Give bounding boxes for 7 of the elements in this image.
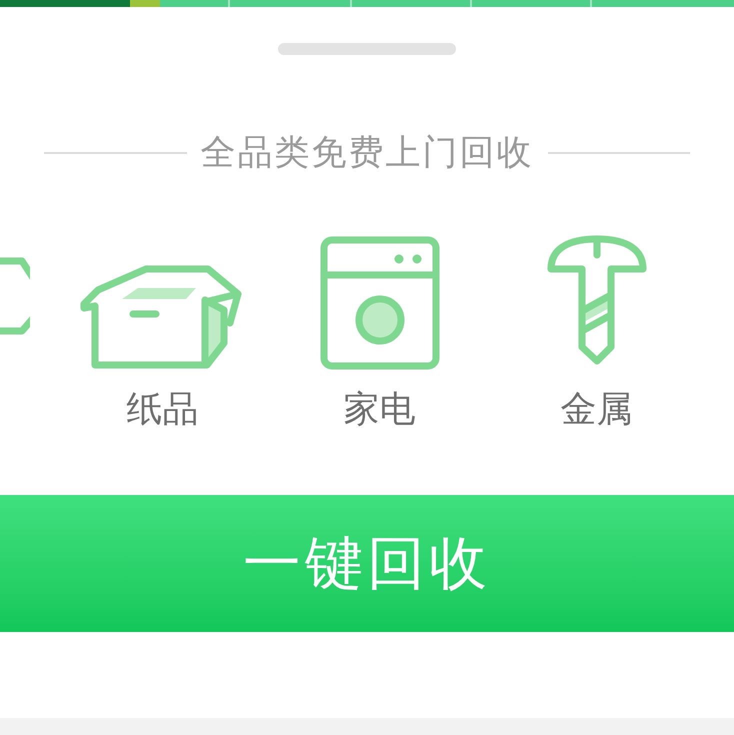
category-label: 金属 [560, 387, 632, 431]
category-label: 纸品 [126, 387, 198, 431]
section-heading: 全品类免费上门回收 [200, 132, 534, 174]
recycle-button[interactable]: 一键回收 [0, 495, 734, 632]
grab-handle[interactable] [278, 43, 456, 55]
washer-icon [318, 235, 440, 371]
category-label: 家电 [344, 387, 416, 431]
